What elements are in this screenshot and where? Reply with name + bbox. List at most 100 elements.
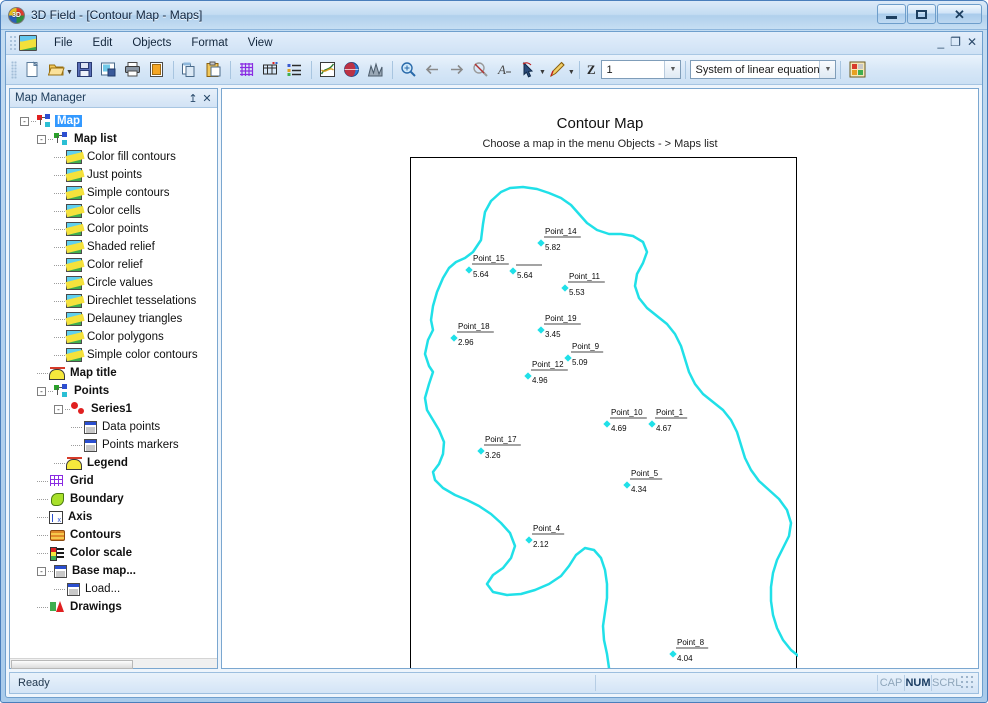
data-point[interactable]: Point_12 4.96 <box>524 360 568 385</box>
mdi-close-button[interactable]: ✕ <box>967 35 977 49</box>
chevron-down-icon[interactable]: ▼ <box>539 69 546 76</box>
pencil-button[interactable] <box>547 59 569 81</box>
copy-button[interactable] <box>179 59 201 81</box>
expander-collapse-icon[interactable]: - <box>37 566 46 576</box>
data-point[interactable]: Point_8 4.04 <box>669 638 709 663</box>
chevron-down-icon[interactable]: ▼ <box>66 69 73 76</box>
tree-item-drawings[interactable]: Drawings <box>14 598 217 616</box>
window-maximize-button[interactable] <box>907 4 936 24</box>
plot-frame[interactable]: Point_14 5.82 Point_15 5.64 5.64 Point_11 5.53… <box>410 157 798 668</box>
tree-item-label: Direchlet tesselations <box>87 295 197 307</box>
data-point[interactable]: Point_14 5.82 <box>537 227 581 252</box>
tree-item-legend[interactable]: Legend <box>14 454 217 472</box>
back-button[interactable] <box>422 59 444 81</box>
tree-item-color-relief[interactable]: Color relief <box>14 256 217 274</box>
tree-item-axis[interactable]: Axis <box>14 508 217 526</box>
window-minimize-button[interactable] <box>877 4 906 24</box>
tree-item-map-list[interactable]: - Map list <box>14 130 217 148</box>
point-marker-icon <box>561 284 569 292</box>
tree-item-boundary[interactable]: Boundary <box>14 490 217 508</box>
forward-button[interactable] <box>446 59 468 81</box>
save-button[interactable] <box>74 59 96 81</box>
no-zoom-button[interactable] <box>470 59 492 81</box>
grid-button[interactable] <box>236 59 258 81</box>
client-area: File Edit Objects Format View _ ❐ ✕ ▼ A ▼ ▼ Z 1… <box>5 31 983 698</box>
data-point[interactable]: Point_15 5.64 <box>465 254 509 279</box>
data-point[interactable]: Point_5 4.34 <box>623 469 663 494</box>
tree-item-map-title[interactable]: Map title <box>14 364 217 382</box>
menu-item-file[interactable]: File <box>44 33 83 53</box>
tree-item-contours[interactable]: Contours <box>14 526 217 544</box>
tree-item-data-points[interactable]: Data points <box>14 418 217 436</box>
tree-item-base-map[interactable]: - Base map... <box>14 562 217 580</box>
data-point[interactable]: Point_9 5.09 <box>564 342 604 367</box>
point-value-label: 4.34 <box>631 485 647 494</box>
text-button[interactable]: A <box>494 59 516 81</box>
data-point[interactable]: Point_1 4.67 <box>648 408 688 433</box>
chevron-down-icon[interactable]: ▼ <box>819 61 836 78</box>
menu-item-view[interactable]: View <box>238 33 283 53</box>
tree-item-simple-contours[interactable]: Simple contours <box>14 184 217 202</box>
tree-item-simple-color-contours[interactable]: Simple color contours <box>14 346 217 364</box>
data-point[interactable]: 5.64 <box>509 264 542 280</box>
tree-item-just-points[interactable]: Just points <box>14 166 217 184</box>
data-point[interactable]: Point_10 4.69 <box>603 408 647 433</box>
menu-item-edit[interactable]: Edit <box>83 33 123 53</box>
pin-icon[interactable]: ↥ <box>186 92 200 105</box>
data-point[interactable]: Point_19 3.45 <box>537 314 581 339</box>
zoom-button[interactable] <box>398 59 420 81</box>
tree-item-color-scale[interactable]: Color scale <box>14 544 217 562</box>
pointer-button[interactable] <box>518 59 540 81</box>
globe-button[interactable] <box>341 59 363 81</box>
expander-collapse-icon[interactable]: - <box>20 116 29 126</box>
chevron-down-icon[interactable]: ▼ <box>664 61 681 78</box>
expander-collapse-icon[interactable]: - <box>54 404 63 414</box>
export-button[interactable] <box>98 59 120 81</box>
print-button[interactable] <box>122 59 144 81</box>
point-value-label: 5.82 <box>545 243 561 252</box>
z-value-combobox[interactable]: 1 ▼ <box>601 60 682 79</box>
surface-button[interactable] <box>365 59 387 81</box>
solver-method-combobox[interactable]: System of linear equation ▼ <box>690 60 837 79</box>
window-close-button[interactable]: ✕ <box>937 4 982 24</box>
mdi-minimize-button[interactable]: _ <box>937 35 944 49</box>
list-button[interactable] <box>284 59 306 81</box>
tree-item-points-markers[interactable]: Points markers <box>14 436 217 454</box>
map-button[interactable] <box>317 59 339 81</box>
menu-grip-handle[interactable] <box>9 35 17 51</box>
chevron-down-icon[interactable]: ▼ <box>568 69 575 76</box>
data-point[interactable]: Point_11 5.53 <box>561 272 605 297</box>
tree-item-circle-values[interactable]: Circle values <box>14 274 217 292</box>
tree-item-map[interactable]: - Map <box>14 112 217 130</box>
close-icon[interactable]: ✕ <box>200 92 214 105</box>
table-button[interactable] <box>260 59 282 81</box>
tree-item-grid[interactable]: Grid <box>14 472 217 490</box>
resize-grip-icon[interactable] <box>960 675 976 691</box>
tree-item-series1[interactable]: - Series1 <box>14 400 217 418</box>
tree-item-color-fill-contours[interactable]: Color fill contours <box>14 148 217 166</box>
horizontal-scrollbar[interactable] <box>10 658 217 669</box>
expander-collapse-icon[interactable]: - <box>37 134 46 144</box>
tree-item-load[interactable]: Load... <box>14 580 217 598</box>
paste-button[interactable] <box>203 59 225 81</box>
open-button[interactable] <box>45 59 67 81</box>
data-point[interactable]: Point_17 3.26 <box>477 435 521 460</box>
data-point[interactable]: Point_18 2.96 <box>450 322 494 347</box>
tree-item-points[interactable]: - Points <box>14 382 217 400</box>
page-setup-button[interactable] <box>146 59 168 81</box>
tree-item-color-cells[interactable]: Color cells <box>14 202 217 220</box>
tree-item-delauney-triangles[interactable]: Delauney triangles <box>14 310 217 328</box>
grid-icon <box>49 474 65 488</box>
tree-item-color-points[interactable]: Color points <box>14 220 217 238</box>
tree-item-shaded-relief[interactable]: Shaded relief <box>14 238 217 256</box>
new-button[interactable] <box>21 59 43 81</box>
mdi-restore-button[interactable]: ❐ <box>950 35 961 49</box>
expander-collapse-icon[interactable]: - <box>37 386 46 396</box>
menu-item-format[interactable]: Format <box>181 33 237 53</box>
menu-item-objects[interactable]: Objects <box>122 33 181 53</box>
tree-item-color-polygons[interactable]: Color polygons <box>14 328 217 346</box>
toolbar-grip-handle[interactable] <box>11 60 17 79</box>
properties-button[interactable] <box>846 59 868 81</box>
data-point[interactable]: Point_4 2.12 <box>525 524 565 549</box>
tree-item-direchlet-tesselations[interactable]: Direchlet tesselations <box>14 292 217 310</box>
